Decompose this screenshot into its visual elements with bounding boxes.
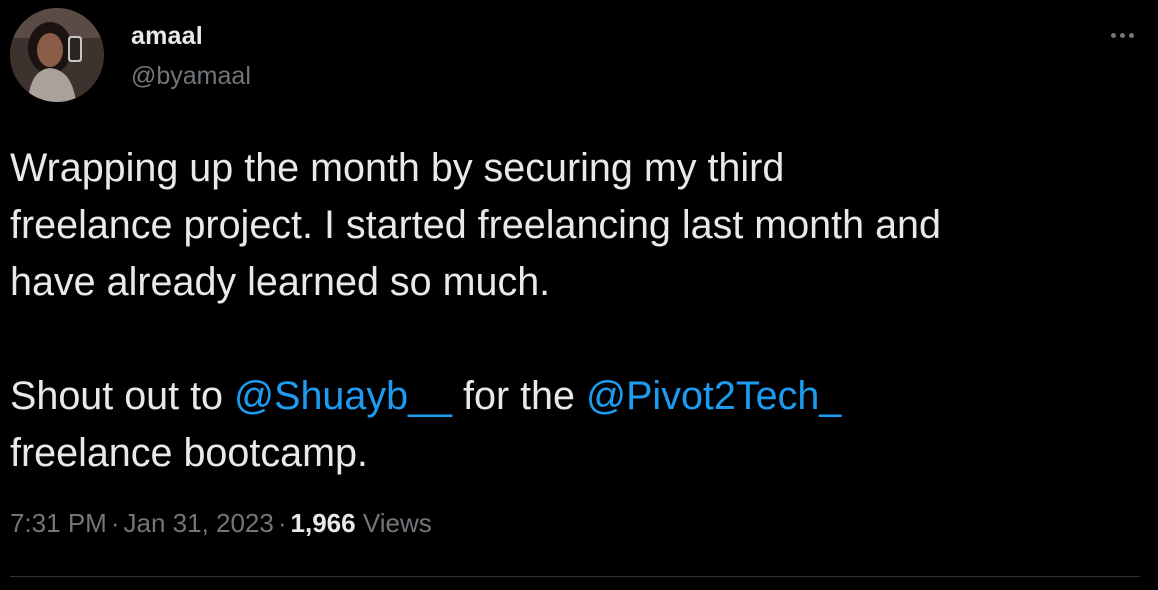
- views-label: Views: [362, 508, 432, 538]
- more-horizontal-icon-dot: [1119, 32, 1125, 38]
- tweet-card: amaal @byamaal Wrapping up the month by …: [0, 0, 1158, 590]
- author-display-name[interactable]: amaal: [131, 22, 203, 51]
- more-horizontal-icon-dot: [1128, 32, 1134, 38]
- tweet-line: freelance bootcamp.: [10, 431, 368, 475]
- tweet-time[interactable]: 7:31 PM: [10, 508, 107, 538]
- meta-separator: ·: [277, 508, 287, 538]
- tweet-meta: 7:31 PM · Jan 31, 2023 · 1,966 Views: [10, 508, 432, 539]
- author-handle[interactable]: @byamaal: [131, 62, 251, 91]
- tweet-line: freelance project. I started freelancing…: [10, 203, 941, 247]
- more-options-button[interactable]: [1102, 20, 1142, 50]
- more-horizontal-icon: [1110, 32, 1116, 38]
- meta-separator: ·: [110, 508, 120, 538]
- divider: [10, 576, 1140, 577]
- shoutout-middle: for the: [452, 374, 586, 418]
- tweet-text: Wrapping up the month by securing my thi…: [10, 140, 1150, 482]
- shoutout-prefix: Shout out to: [10, 374, 235, 418]
- mention-link-pivot2tech[interactable]: @Pivot2Tech_: [586, 374, 841, 418]
- tweet-line: Wrapping up the month by securing my thi…: [10, 146, 785, 190]
- tweet-shoutout-line: Shout out to @Shuayb__ for the @Pivot2Te…: [10, 368, 1150, 425]
- avatar[interactable]: [10, 8, 104, 102]
- tweet-date[interactable]: Jan 31, 2023: [124, 508, 274, 538]
- views-count: 1,966: [290, 508, 356, 538]
- avatar-photo: [10, 8, 104, 102]
- mention-link-shuayb[interactable]: @Shuayb__: [234, 374, 452, 418]
- tweet-line: have already learned so much.: [10, 260, 551, 304]
